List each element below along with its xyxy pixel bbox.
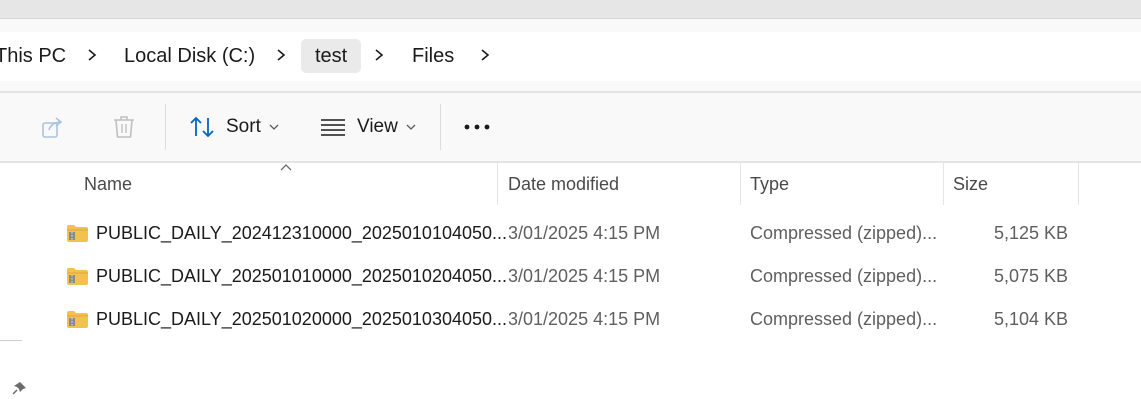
sort-icon (190, 116, 214, 138)
column-divider[interactable] (497, 163, 498, 205)
chevron-right-icon[interactable] (274, 48, 288, 62)
zip-folder-icon (67, 311, 88, 328)
title-strip (0, 0, 1141, 18)
nav-divider (0, 340, 22, 341)
toolbar-divider (440, 104, 441, 150)
file-name: PUBLIC_DAILY_202501010000_2025010204050.… (96, 266, 508, 286)
toolbar-divider (165, 104, 166, 150)
table-row[interactable]: PUBLIC_DAILY_202412310000_2025010104050.… (60, 212, 1090, 255)
file-type: Compressed (zipped)... (750, 223, 938, 243)
column-header-name[interactable]: Name (84, 163, 132, 205)
file-size: 5,075 KB (993, 266, 1068, 286)
file-type: Compressed (zipped)... (750, 266, 938, 286)
file-date-modified: 3/01/2025 4:15 PM (508, 309, 661, 329)
view-button[interactable]: View (320, 93, 416, 161)
chevron-down-icon (406, 124, 416, 130)
breadcrumb[interactable]: This PC Local Disk (C:) test Files (0, 32, 1141, 81)
navigation-pane[interactable] (0, 163, 38, 399)
breadcrumb-item-test[interactable]: test (301, 39, 362, 73)
file-size: 5,104 KB (993, 309, 1068, 329)
sort-label: Sort (226, 116, 261, 137)
view-label: View (357, 116, 398, 137)
file-date-modified: 3/01/2025 4:15 PM (508, 223, 661, 243)
file-date-modified: 3/01/2025 4:15 PM (508, 266, 661, 286)
zip-folder-icon (67, 268, 88, 285)
chevron-right-icon[interactable] (478, 48, 492, 62)
sort-ascending-icon (280, 164, 292, 171)
breadcrumb-item-local-disk[interactable]: Local Disk (C:) (124, 32, 255, 81)
chevron-down-icon (269, 124, 279, 130)
sort-button[interactable]: Sort (189, 93, 279, 161)
file-name: PUBLIC_DAILY_202412310000_2025010104050.… (96, 223, 508, 243)
share-button[interactable] (40, 93, 66, 161)
file-size: 5,125 KB (993, 223, 1068, 243)
more-icon (464, 124, 490, 130)
column-divider[interactable] (740, 163, 741, 205)
chevron-right-icon[interactable] (85, 48, 99, 62)
table-row[interactable]: PUBLIC_DAILY_202501020000_2025010304050.… (60, 298, 1090, 341)
table-row[interactable]: PUBLIC_DAILY_202501010000_2025010204050.… (60, 255, 1090, 298)
divider (0, 18, 1141, 19)
column-divider[interactable] (943, 163, 944, 205)
breadcrumb-item-files[interactable]: Files (412, 32, 454, 81)
column-header-size[interactable]: Size (953, 163, 988, 205)
delete-button[interactable] (112, 93, 136, 161)
share-icon (42, 117, 63, 138)
view-icon (321, 119, 345, 136)
pin-icon[interactable] (11, 380, 29, 396)
column-header-type[interactable]: Type (750, 163, 789, 205)
file-name: PUBLIC_DAILY_202501020000_2025010304050.… (96, 309, 508, 329)
trash-icon (114, 116, 134, 138)
column-divider[interactable] (1078, 163, 1079, 205)
zip-folder-icon (67, 225, 88, 242)
file-type: Compressed (zipped)... (750, 309, 938, 329)
command-bar: Sort View (0, 93, 1141, 161)
column-header-date-modified[interactable]: Date modified (508, 163, 619, 205)
chevron-right-icon[interactable] (372, 48, 386, 62)
more-options-button[interactable] (462, 93, 492, 161)
breadcrumb-item-this-pc[interactable]: This PC (0, 32, 66, 81)
